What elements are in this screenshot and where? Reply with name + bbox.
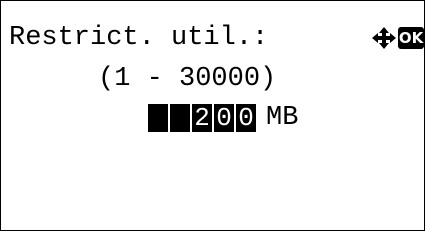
unit-label: MB xyxy=(266,103,299,133)
digit-cell[interactable] xyxy=(170,104,190,132)
numeric-entry[interactable]: 2 0 0 MB xyxy=(148,104,298,132)
digit-field[interactable]: 2 0 0 xyxy=(148,104,256,132)
digit-cell[interactable]: 0 xyxy=(236,104,256,132)
ok-key-icon: OK xyxy=(398,27,424,49)
setting-title: Restrict. util.: xyxy=(9,23,269,53)
four-way-arrows-icon xyxy=(372,27,396,49)
digit-cell[interactable]: 2 xyxy=(192,104,212,132)
lcd-panel: Restrict. util.: OK (1 - 30000) 2 0 0 MB xyxy=(0,0,425,231)
key-hints: OK xyxy=(371,26,424,50)
value-range: (1 - 30000) xyxy=(98,64,277,94)
digit-cell[interactable] xyxy=(148,104,168,132)
digit-cell[interactable]: 0 xyxy=(214,104,234,132)
